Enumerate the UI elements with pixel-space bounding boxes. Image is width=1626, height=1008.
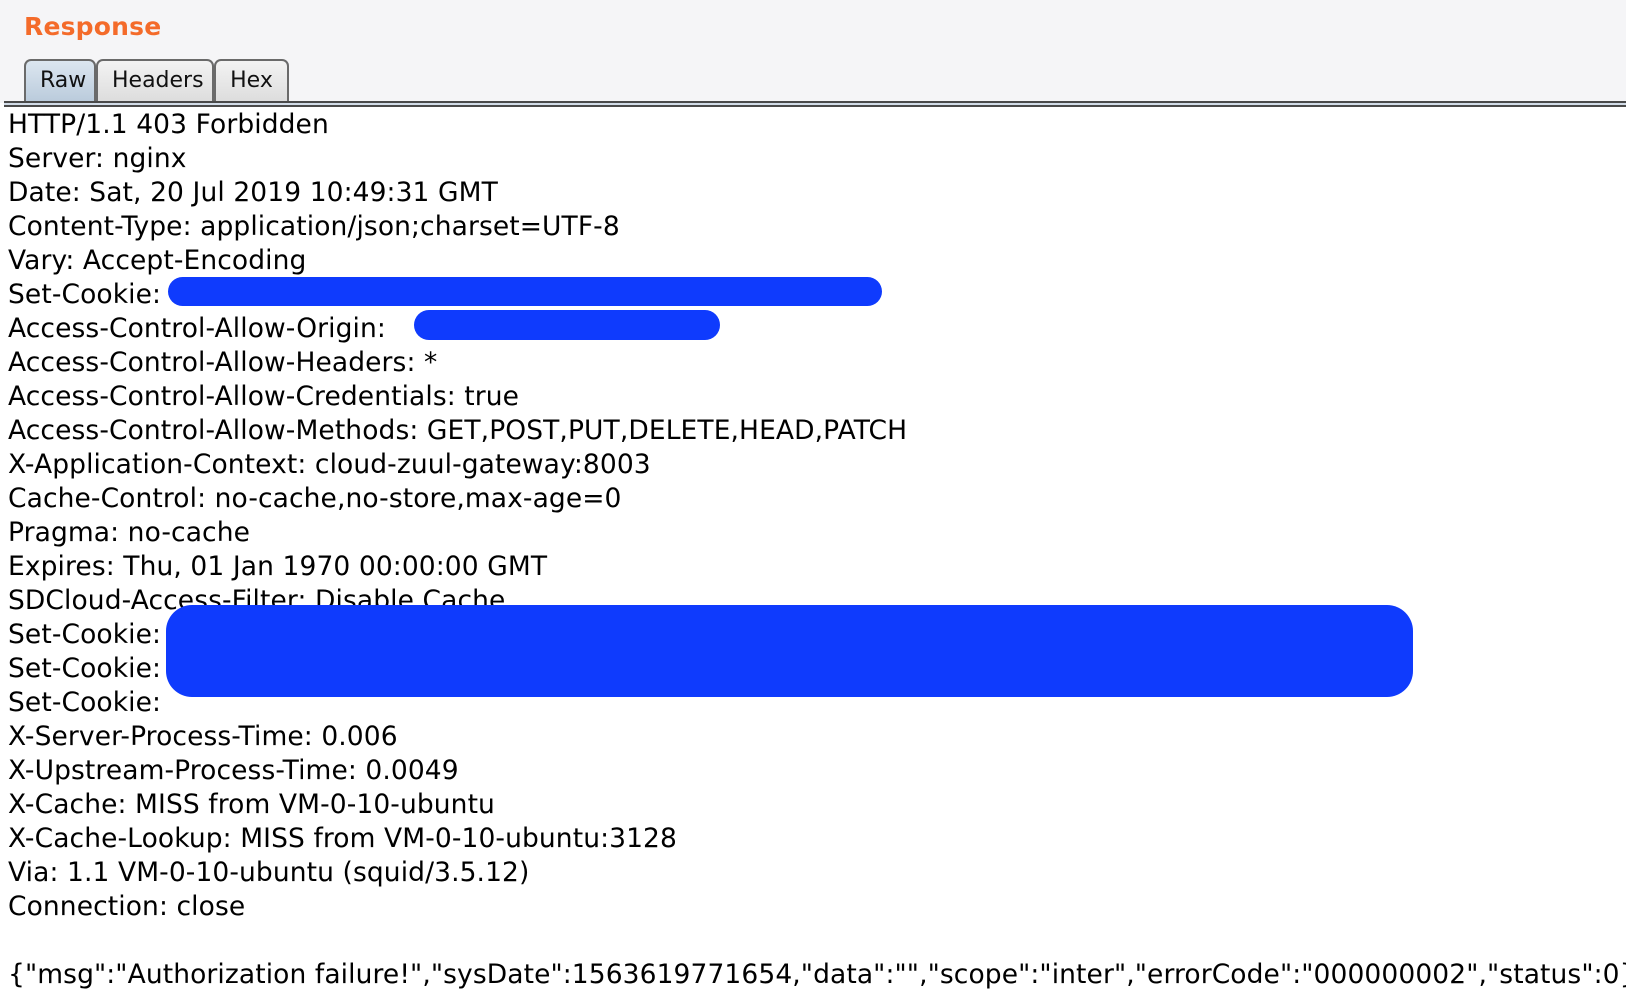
- header-line: Server: nginx: [8, 143, 187, 174]
- header-line: X-Cache: MISS from VM-0-10-ubuntu: [8, 789, 495, 820]
- tab-divider: [4, 101, 1626, 107]
- tab-headers[interactable]: Headers: [96, 59, 214, 103]
- tab-hex[interactable]: Hex: [214, 59, 289, 103]
- panel-title: Response: [24, 12, 162, 41]
- redaction-box: [414, 310, 720, 340]
- view-tabs: Raw Headers Hex: [24, 59, 289, 103]
- raw-response-view[interactable]: HTTP/1.1 403 Forbidden Server: nginx Dat…: [8, 108, 1626, 992]
- header-line: Content-Type: application/json;charset=U…: [8, 211, 620, 242]
- response-body: {"msg":"Authorization failure!","sysDate…: [8, 959, 1626, 990]
- header-line: X-Upstream-Process-Time: 0.0049: [8, 755, 459, 786]
- header-line: Date: Sat, 20 Jul 2019 10:49:31 GMT: [8, 177, 498, 208]
- redaction-box: [166, 605, 1413, 697]
- header-line: Pragma: no-cache: [8, 517, 251, 548]
- response-panel-header: Response Raw Headers Hex: [0, 0, 1626, 103]
- header-body-separator: [8, 924, 1618, 958]
- header-name: Set-Cookie:: [8, 687, 162, 718]
- header-name: Set-Cookie:: [8, 653, 162, 684]
- status-line: HTTP/1.1 403 Forbidden: [8, 109, 329, 140]
- header-line: X-Application-Context: cloud-zuul-gatewa…: [8, 449, 651, 480]
- header-line: Access-Control-Allow-Headers: *: [8, 347, 438, 378]
- header-line: X-Cache-Lookup: MISS from VM-0-10-ubuntu…: [8, 823, 677, 854]
- header-line: Access-Control-Allow-Origin:: [8, 312, 1618, 346]
- header-line: X-Server-Process-Time: 0.006: [8, 721, 398, 752]
- header-line: Connection: close: [8, 891, 246, 922]
- header-line: Access-Control-Allow-Methods: GET,POST,P…: [8, 415, 908, 446]
- header-line: Access-Control-Allow-Credentials: true: [8, 381, 520, 412]
- tab-raw[interactable]: Raw: [24, 59, 96, 103]
- header-name: Set-Cookie:: [8, 619, 162, 650]
- header-name: Set-Cookie:: [8, 279, 162, 310]
- header-line: Expires: Thu, 01 Jan 1970 00:00:00 GMT: [8, 551, 548, 582]
- header-line: Via: 1.1 VM-0-10-ubuntu (squid/3.5.12): [8, 857, 530, 888]
- header-name: Access-Control-Allow-Origin:: [8, 313, 386, 344]
- redaction-box: [168, 277, 882, 306]
- header-line: Vary: Accept-Encoding: [8, 245, 307, 276]
- header-line: Cache-Control: no-cache,no-store,max-age…: [8, 483, 622, 514]
